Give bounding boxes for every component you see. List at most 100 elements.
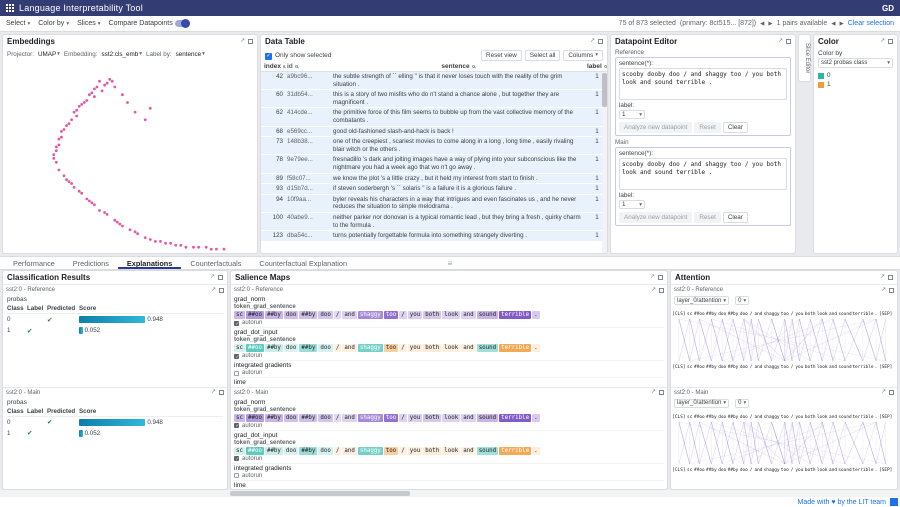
table-row[interactable]: 9410f9aa...byler reveals his characters … bbox=[261, 195, 607, 213]
scatter-point[interactable] bbox=[80, 103, 83, 106]
scatter-point[interactable] bbox=[80, 192, 83, 195]
popout-icon[interactable]: ↗ bbox=[210, 275, 215, 280]
data-table-button-reset-view[interactable]: Reset view bbox=[481, 50, 522, 61]
popout-icon[interactable]: ↗ bbox=[881, 288, 886, 293]
scatter-point[interactable] bbox=[88, 200, 91, 203]
maximize-icon[interactable] bbox=[219, 390, 224, 395]
maximize-icon[interactable] bbox=[888, 275, 893, 280]
scrollbar-thumb[interactable] bbox=[602, 73, 607, 107]
layer-select[interactable]: layer_0/attention▾ bbox=[674, 296, 729, 305]
scrollbar-thumb[interactable] bbox=[230, 491, 410, 496]
label-select[interactable]: 1▾ bbox=[619, 200, 645, 209]
only-show-selected-control[interactable]: Only show selected bbox=[265, 50, 331, 60]
scatter-point[interactable] bbox=[98, 209, 101, 212]
popout-icon[interactable]: ↗ bbox=[651, 288, 656, 293]
apps-grid-icon[interactable] bbox=[6, 4, 14, 12]
scatter-point[interactable] bbox=[129, 228, 132, 231]
scatter-point[interactable] bbox=[60, 136, 63, 139]
scatter-point[interactable] bbox=[91, 91, 94, 94]
scatter-point[interactable] bbox=[78, 105, 81, 108]
embedding-select[interactable]: sst2:cls_emb▾ bbox=[102, 51, 143, 58]
scatter-point[interactable] bbox=[78, 190, 81, 193]
table-row[interactable]: 6031db54...this is a story of two misfit… bbox=[261, 90, 607, 108]
scatter-point[interactable] bbox=[68, 180, 71, 183]
maximize-icon[interactable] bbox=[598, 39, 603, 44]
autorun-checkbox[interactable]: autorun bbox=[234, 423, 664, 429]
scatter-point[interactable] bbox=[70, 118, 73, 121]
popout-icon[interactable]: ↗ bbox=[240, 39, 245, 44]
table-row[interactable]: 89f58c07...we know the plot 's a little … bbox=[261, 174, 607, 185]
table-row[interactable]: 10040abe9...neither parker nor donovan i… bbox=[261, 213, 607, 231]
scatter-point[interactable] bbox=[98, 80, 101, 83]
resize-handle-icon[interactable]: ≡ bbox=[448, 259, 453, 268]
select-menu-button[interactable]: Select▾ bbox=[6, 20, 30, 27]
projector-select[interactable]: UMAP▾ bbox=[38, 51, 60, 58]
search-icon[interactable] bbox=[295, 65, 298, 68]
head-select[interactable]: 0▾ bbox=[735, 296, 749, 305]
scatter-point[interactable] bbox=[58, 144, 61, 147]
scatter-point[interactable] bbox=[106, 82, 109, 85]
scatter-point[interactable] bbox=[73, 186, 76, 189]
autorun-checkbox[interactable]: autorun bbox=[234, 353, 664, 359]
scatter-point[interactable] bbox=[121, 225, 124, 228]
table-row[interactable]: 73148b38...one of the creepiest , scarie… bbox=[261, 137, 607, 155]
scatter-point[interactable] bbox=[111, 80, 114, 83]
sentence-textarea[interactable]: scooby dooby doo / and shaggy too / you … bbox=[619, 68, 787, 100]
maximize-icon[interactable] bbox=[659, 390, 664, 395]
scatter-point[interactable] bbox=[93, 203, 96, 206]
scatter-point[interactable] bbox=[75, 115, 78, 118]
tab-predictions[interactable]: Predictions bbox=[64, 257, 118, 269]
scatter-point[interactable] bbox=[118, 223, 121, 226]
maximize-icon[interactable] bbox=[889, 288, 894, 293]
next-datapoint-button[interactable]: ▶ bbox=[768, 21, 772, 27]
maximize-icon[interactable] bbox=[658, 275, 663, 280]
scatter-point[interactable] bbox=[55, 149, 58, 152]
user-avatar[interactable]: GD bbox=[882, 4, 894, 13]
autorun-checkbox[interactable]: autorun bbox=[234, 473, 664, 479]
popout-icon[interactable]: ↗ bbox=[880, 39, 885, 44]
scatter-point[interactable] bbox=[108, 78, 111, 81]
search-icon[interactable] bbox=[604, 65, 607, 68]
autorun-checkbox[interactable]: autorun bbox=[234, 456, 664, 462]
search-icon[interactable] bbox=[472, 65, 475, 68]
popout-icon[interactable]: ↗ bbox=[590, 39, 595, 44]
vertical-scrollbar[interactable] bbox=[602, 72, 607, 253]
scatter-point[interactable] bbox=[58, 138, 61, 141]
maximize-icon[interactable] bbox=[888, 39, 893, 44]
clear-button[interactable]: Clear bbox=[723, 122, 748, 133]
color-by-menu-button[interactable]: Color by▾ bbox=[38, 20, 69, 27]
table-row[interactable]: 789e79ee...fresnadillo 's dark and jolti… bbox=[261, 155, 607, 173]
maximize-icon[interactable] bbox=[218, 275, 223, 280]
next-pair-button[interactable]: ▶ bbox=[839, 21, 843, 27]
reset-button[interactable]: Reset bbox=[694, 122, 720, 133]
scatter-point[interactable] bbox=[68, 122, 71, 125]
clear-button[interactable]: Clear bbox=[723, 212, 748, 223]
scatter-point[interactable] bbox=[60, 130, 63, 133]
layer-select[interactable]: layer_0/attention▾ bbox=[674, 399, 729, 408]
scatter-point[interactable] bbox=[103, 84, 106, 87]
scatter-point[interactable] bbox=[154, 240, 157, 243]
scatter-point[interactable] bbox=[106, 213, 109, 216]
scatter-point[interactable] bbox=[93, 88, 96, 91]
sentence-textarea[interactable]: scooby dooby doo / and shaggy too / you … bbox=[619, 158, 787, 190]
scatter-point[interactable] bbox=[55, 146, 58, 149]
tab-counterfactual-explanation[interactable]: Counterfactual Explanation bbox=[250, 257, 356, 269]
embeddings-plot[interactable] bbox=[3, 60, 257, 253]
scatter-point[interactable] bbox=[103, 211, 106, 214]
horizontal-scrollbar[interactable] bbox=[0, 490, 900, 497]
data-table-button-columns[interactable]: Columns▾ bbox=[563, 50, 603, 61]
table-row[interactable]: 93d15b7d...if steven soderbergh 's `` so… bbox=[261, 184, 607, 195]
popout-icon[interactable]: ↗ bbox=[651, 390, 656, 395]
scatter-point[interactable] bbox=[85, 99, 88, 102]
popout-icon[interactable]: ↗ bbox=[211, 390, 216, 395]
scatter-point[interactable] bbox=[169, 242, 172, 245]
scatter-point[interactable] bbox=[55, 161, 58, 164]
scatter-point[interactable] bbox=[197, 246, 200, 249]
popout-icon[interactable]: ↗ bbox=[650, 275, 655, 280]
scatter-point[interactable] bbox=[192, 246, 195, 249]
scatter-point[interactable] bbox=[144, 236, 147, 239]
scatter-point[interactable] bbox=[179, 244, 182, 247]
scatter-point[interactable] bbox=[88, 93, 91, 96]
scatter-point[interactable] bbox=[149, 238, 152, 241]
scatter-point[interactable] bbox=[96, 86, 99, 89]
